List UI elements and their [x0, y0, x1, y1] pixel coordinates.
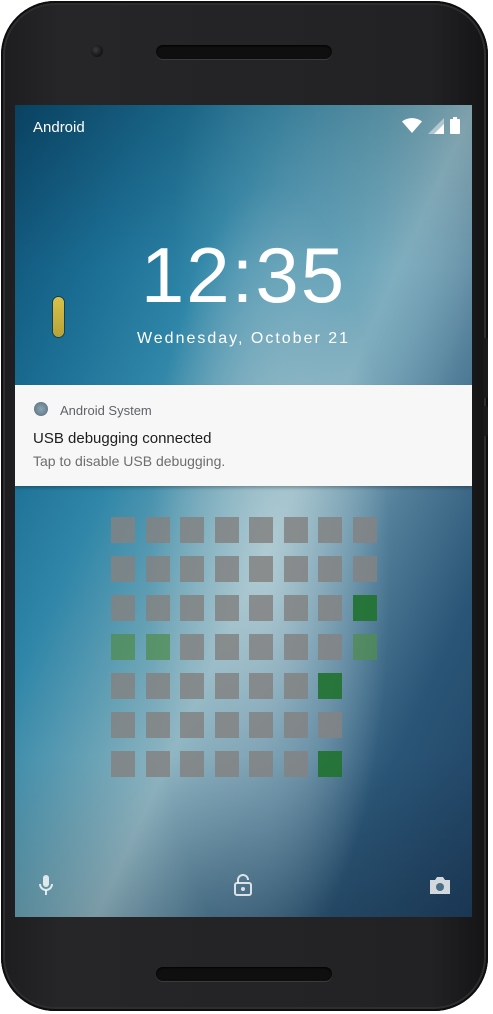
battery-icon: [450, 117, 460, 134]
signal-icon: [428, 117, 444, 134]
earpiece-speaker: [156, 45, 332, 59]
pattern-cell[interactable]: [214, 712, 239, 738]
lockscreen-date: Wednesday, October 21: [136, 330, 351, 347]
pattern-cell[interactable]: [283, 517, 308, 543]
pattern-cell[interactable]: [283, 556, 308, 582]
pattern-cell[interactable]: [145, 712, 170, 738]
pattern-lock-grid[interactable]: [111, 517, 377, 787]
pattern-cell[interactable]: [249, 712, 273, 738]
camera-icon[interactable]: [428, 873, 452, 897]
pattern-cell[interactable]: [180, 673, 204, 699]
pattern-cell[interactable]: [318, 673, 342, 699]
pattern-cell[interactable]: [318, 751, 342, 777]
pattern-cell[interactable]: [214, 517, 239, 543]
pattern-cell[interactable]: [352, 556, 377, 582]
pattern-cell[interactable]: [352, 634, 377, 660]
pattern-cell[interactable]: [249, 595, 273, 621]
pattern-cell[interactable]: [111, 556, 135, 582]
pattern-cell[interactable]: [145, 634, 170, 660]
front-camera: [91, 45, 103, 57]
volume-button[interactable]: [483, 338, 488, 398]
pattern-cell[interactable]: [318, 556, 342, 582]
pattern-cell[interactable]: [180, 595, 204, 621]
pattern-cell[interactable]: [283, 751, 308, 777]
lockscreen-shortcuts: [15, 873, 472, 903]
pattern-cell[interactable]: [111, 673, 135, 699]
notification-app-name: Android System: [60, 403, 152, 418]
pattern-cell[interactable]: [283, 595, 308, 621]
pattern-cell[interactable]: [318, 634, 342, 660]
status-bar: Android: [15, 105, 472, 151]
pattern-cell[interactable]: [214, 595, 239, 621]
pattern-cell[interactable]: [214, 673, 239, 699]
pattern-cell[interactable]: [249, 556, 273, 582]
pattern-cell[interactable]: [249, 634, 273, 660]
lockscreen-clock: 12:35: [140, 231, 347, 319]
pattern-cell[interactable]: [180, 556, 204, 582]
pattern-cell[interactable]: [145, 517, 170, 543]
wifi-icon: [402, 117, 422, 134]
pattern-cell[interactable]: [249, 517, 273, 543]
pattern-cell[interactable]: [145, 556, 170, 582]
pattern-cell[interactable]: [352, 595, 377, 621]
pattern-cell[interactable]: [352, 517, 377, 543]
power-button[interactable]: [483, 406, 488, 436]
pattern-cell[interactable]: [180, 751, 204, 777]
carrier-label: Android: [33, 119, 85, 136]
microphone-icon[interactable]: [34, 873, 58, 897]
pattern-cell[interactable]: [318, 712, 342, 738]
pattern-cell[interactable]: [318, 517, 342, 543]
usb-debugging-notification[interactable]: Android System USB debugging connected T…: [15, 385, 472, 486]
pattern-cell[interactable]: [180, 517, 204, 543]
bottom-speaker: [156, 967, 332, 981]
pattern-cell[interactable]: [249, 673, 273, 699]
lockscreen: Android 12:35 Wednesday, October 21 Andr…: [15, 105, 472, 917]
pattern-cell[interactable]: [214, 556, 239, 582]
pattern-cell[interactable]: [145, 673, 170, 699]
lock-icon[interactable]: [231, 873, 255, 897]
pattern-cell[interactable]: [111, 517, 135, 543]
pattern-cell[interactable]: [283, 712, 308, 738]
notification-text: Tap to disable USB debugging.: [33, 453, 226, 469]
pattern-cell[interactable]: [111, 595, 135, 621]
pattern-cell[interactable]: [180, 712, 204, 738]
pattern-cell[interactable]: [111, 712, 135, 738]
notification-title: USB debugging connected: [33, 430, 212, 447]
pattern-cell[interactable]: [214, 751, 239, 777]
pattern-cell[interactable]: [111, 751, 135, 777]
pattern-cell[interactable]: [318, 595, 342, 621]
pattern-cell[interactable]: [283, 673, 308, 699]
pattern-cell[interactable]: [145, 751, 170, 777]
android-system-icon: [34, 402, 48, 416]
pattern-cell[interactable]: [249, 751, 273, 777]
pattern-cell[interactable]: [111, 634, 135, 660]
pattern-cell[interactable]: [145, 595, 170, 621]
pattern-cell[interactable]: [180, 634, 204, 660]
pattern-cell[interactable]: [283, 634, 308, 660]
pattern-cell[interactable]: [214, 634, 239, 660]
